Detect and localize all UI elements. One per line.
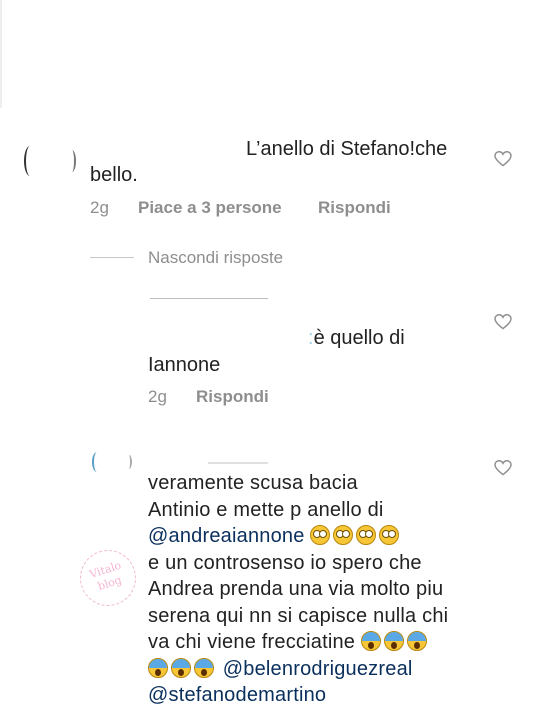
eye-roll-emoji-icon [310,525,331,545]
reply-text: :è quello di [308,327,405,349]
screaming-face-emoji-icon [383,631,404,651]
reply-username-redacted [150,298,268,299]
avatar[interactable] [24,146,36,176]
avatar-edge [68,150,76,172]
screaming-face-emoji-icon [148,657,168,678]
reply-text-content: è quello di [313,327,405,349]
hide-replies-button[interactable]: Nascondi risposte [148,248,283,268]
top-edge-line [0,0,2,108]
screaming-face-emoji-icon [171,657,191,678]
mention-line: @stefanodemartino [148,682,508,709]
eye-roll-emoji-icon [333,525,354,545]
mention-andreaiannone[interactable]: @andreaiannone [148,525,305,547]
screaming-face-emoji-icon [360,631,381,651]
reply-time: 2g [148,387,167,406]
comment-time: 2g [90,198,109,217]
mention-stefanodemartino[interactable]: @stefanodemartino [148,684,326,706]
likes-count[interactable]: Piace a 3 persone [138,198,282,218]
comment-text: L’anello di Stefano!che [246,138,448,160]
comment-text-cont: bello. [90,164,138,186]
heart-icon[interactable] [494,314,512,330]
reply-line: Andrea prenda una via molto piu [148,578,444,600]
mention-line: @belenrodriguezreal [148,656,508,683]
avatar[interactable] [92,452,102,472]
eye-roll-emoji-icon [356,525,377,545]
reply-body: veramente scusa bacia Antinio e mette p … [148,470,508,709]
reply-line: veramente scusa bacia [148,472,358,494]
reply-text-cont: Iannone [148,354,221,376]
reply-line: Antinio e mette p anello di [148,498,384,521]
mention-belenrodriguezreal[interactable]: @belenrodriguezreal [223,658,413,680]
watermark-logo: Vitalo blog [72,542,144,614]
reply-line: serena qui nn si capisce nulla chi [148,604,449,627]
mention-line: @andreaiannone [148,523,508,550]
replies-divider [90,257,134,258]
reply-line-text: va chi viene frecciatine [148,631,356,653]
eye-roll-emoji-icon [379,525,400,545]
screaming-face-emoji-icon [194,657,214,678]
heart-icon[interactable] [494,151,512,167]
reply-button[interactable]: Rispondi [196,387,269,407]
screaming-face-emoji-icon [406,631,427,651]
avatar-edge [126,455,132,469]
reply-username-redacted [208,462,268,464]
frecciatine-line: va chi viene frecciatine [148,629,508,656]
reply-button[interactable]: Rispondi [318,198,391,218]
reply-line: e un controsenso io spero che [148,551,422,574]
